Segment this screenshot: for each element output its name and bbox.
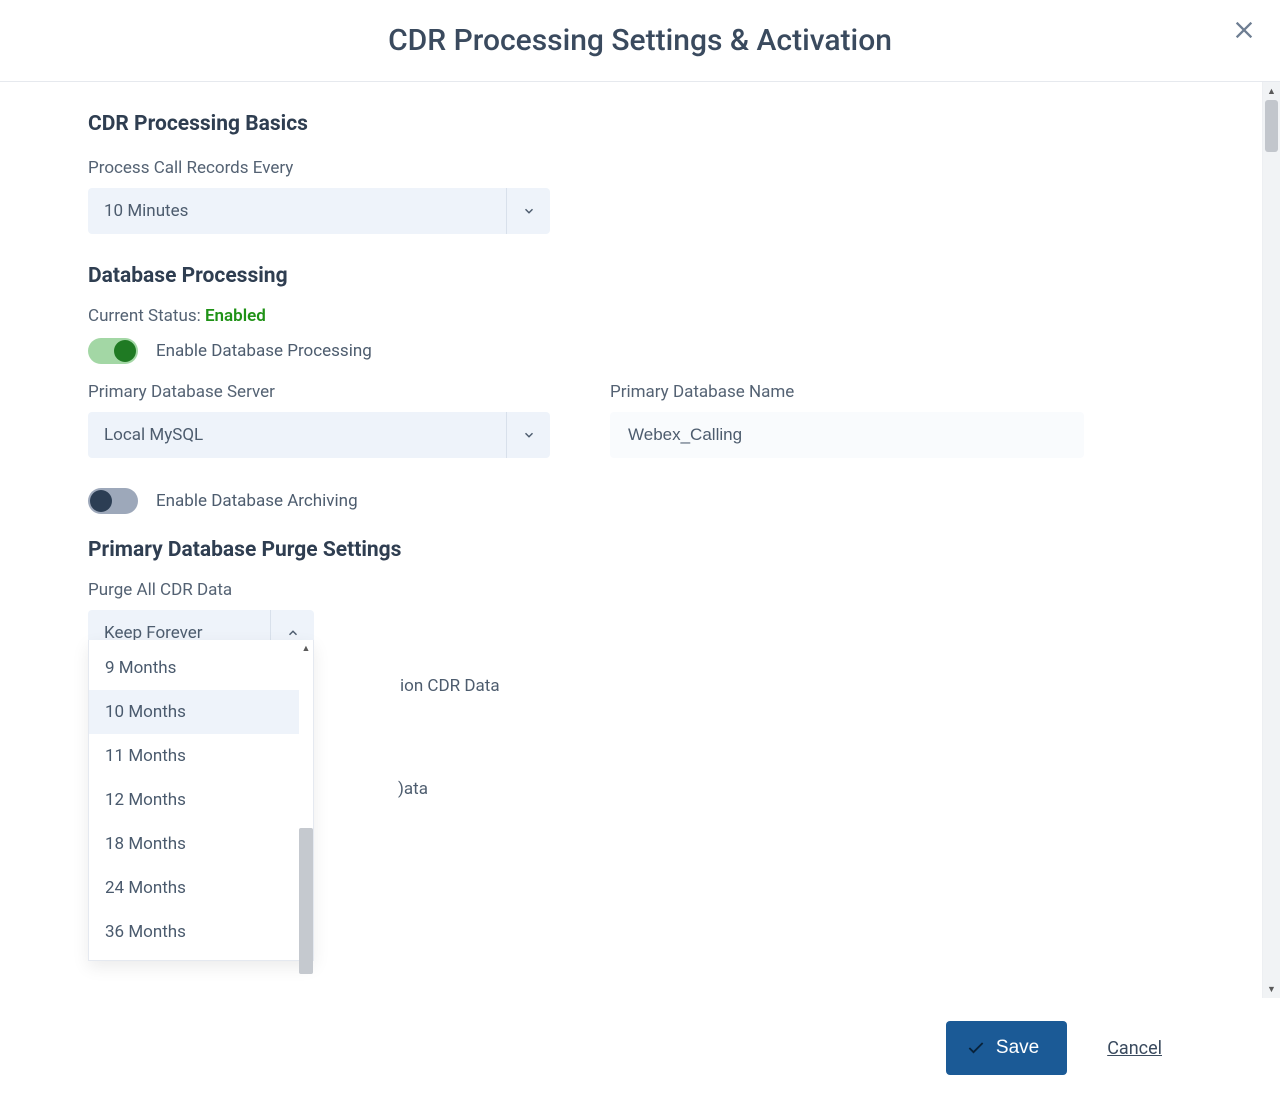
check-icon: [966, 1038, 986, 1058]
settings-dialog: CDR Processing Settings & Activation CDR…: [0, 0, 1280, 1098]
primary-server-label: Primary Database Server: [88, 382, 550, 402]
scroll-thumb[interactable]: [1265, 100, 1278, 152]
dialog-footer: Save Cancel: [0, 998, 1280, 1098]
dropdown-option[interactable]: 12 Months: [89, 778, 299, 822]
section-purge-heading: Primary Database Purge Settings: [88, 538, 1174, 562]
process-every-label: Process Call Records Every: [88, 158, 1174, 178]
dropdown-option[interactable]: 24 Months: [89, 866, 299, 910]
primary-server-value: Local MySQL: [88, 425, 506, 445]
dropdown-option[interactable]: 11 Months: [89, 734, 299, 778]
enable-processing-label: Enable Database Processing: [156, 341, 372, 361]
chevron-down-icon: [506, 188, 550, 234]
cancel-link[interactable]: Cancel: [1107, 1038, 1162, 1059]
purge-dropdown-panel: 9 Months 10 Months 11 Months 12 Months 1…: [88, 640, 314, 961]
purge-dropdown-list: 9 Months 10 Months 11 Months 12 Months 1…: [89, 640, 299, 960]
dropdown-option[interactable]: 9 Months: [89, 646, 299, 690]
dialog-content: CDR Processing Basics Process Call Recor…: [0, 82, 1262, 998]
scroll-up-arrow-icon[interactable]: ▲: [299, 640, 313, 656]
dropdown-option[interactable]: 18 Months: [89, 822, 299, 866]
dialog-header: CDR Processing Settings & Activation: [0, 0, 1280, 82]
toggle-knob: [90, 490, 112, 512]
section-db-heading: Database Processing: [88, 264, 1174, 288]
content-scrollbar[interactable]: ▲ ▼: [1262, 82, 1280, 998]
dropdown-option[interactable]: 10 Months: [89, 690, 299, 734]
toggle-knob: [114, 340, 136, 362]
save-button[interactable]: Save: [946, 1021, 1067, 1075]
enable-archiving-label: Enable Database Archiving: [156, 491, 358, 511]
dropdown-scrollbar[interactable]: ▲: [299, 640, 313, 960]
close-button[interactable]: [1226, 12, 1262, 48]
scroll-down-arrow-icon[interactable]: ▼: [1263, 980, 1280, 998]
primary-server-select[interactable]: Local MySQL: [88, 412, 550, 458]
process-every-select[interactable]: 10 Minutes: [88, 188, 550, 234]
db-status-line: Current Status: Enabled: [88, 306, 1174, 326]
db-status-label: Current Status:: [88, 306, 201, 326]
section-cdr-basics-heading: CDR Processing Basics: [88, 112, 1174, 136]
dropdown-option[interactable]: 36 Months: [89, 910, 299, 954]
primary-name-label: Primary Database Name: [610, 382, 1084, 402]
purge-all-label: Purge All CDR Data: [88, 580, 1174, 600]
scroll-thumb[interactable]: [299, 828, 313, 974]
scroll-up-arrow-icon[interactable]: ▲: [1263, 82, 1280, 100]
enable-archiving-toggle[interactable]: [88, 488, 138, 514]
enable-processing-toggle[interactable]: [88, 338, 138, 364]
obscured-text-2: )ata: [398, 779, 428, 799]
db-status-value: Enabled: [205, 306, 266, 326]
obscured-text-1: ion CDR Data: [400, 676, 500, 696]
save-button-label: Save: [996, 1037, 1039, 1059]
primary-name-input[interactable]: [610, 412, 1084, 458]
chevron-down-icon: [506, 412, 550, 458]
close-icon: [1233, 19, 1255, 41]
dialog-title: CDR Processing Settings & Activation: [388, 23, 892, 58]
dialog-body-wrap: CDR Processing Basics Process Call Recor…: [0, 82, 1280, 998]
process-every-value: 10 Minutes: [88, 201, 506, 221]
scroll-track[interactable]: [299, 656, 313, 960]
